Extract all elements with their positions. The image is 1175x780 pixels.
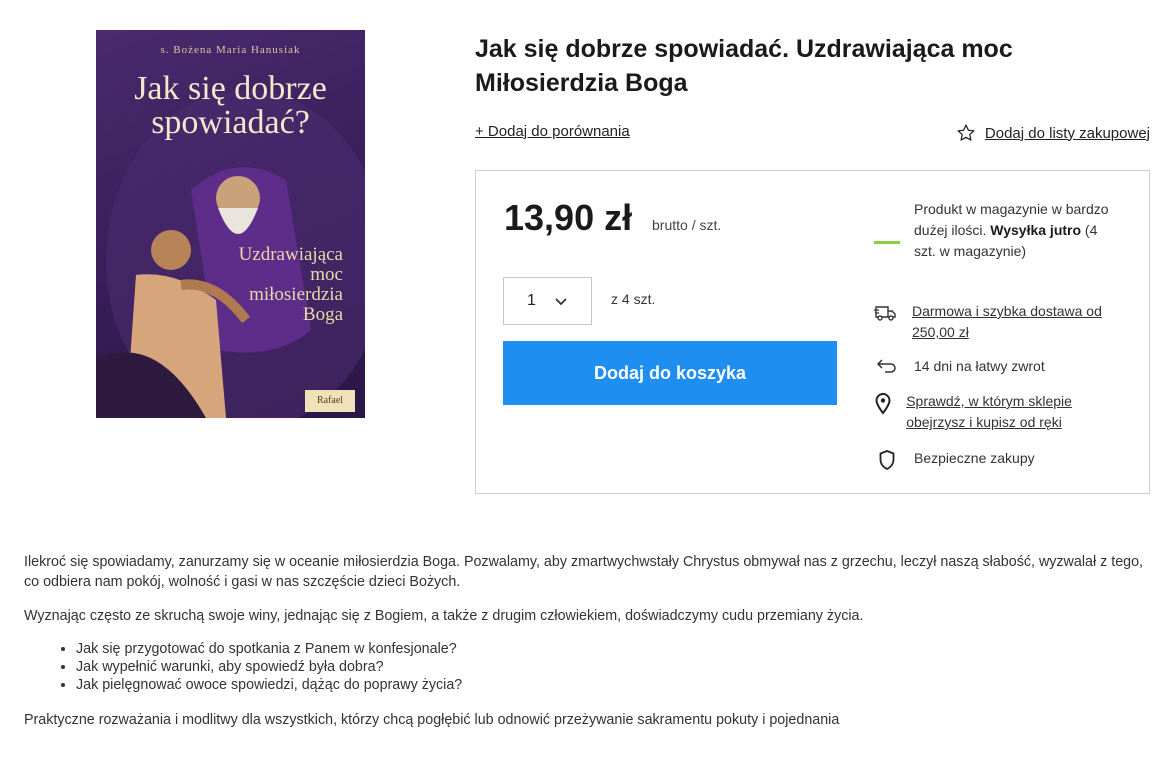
list-item: Jak pielęgnować owoce spowiedzi, dążąc d… <box>76 676 1154 694</box>
list-item: Jak wypełnić warunki, aby spowiedź była … <box>76 658 1154 676</box>
cover-subtitle: Uzdrawiająca moc miłosierdzia Boga <box>238 244 343 325</box>
star-icon <box>957 124 975 141</box>
quantity-available: z 4 szt. <box>611 291 656 307</box>
list-item: Jak się przygotować do spotkania z Panem… <box>76 640 1154 658</box>
returns-text: 14 dni na łatwy zwrot <box>914 358 1045 374</box>
free-delivery-link[interactable]: Darmowa i szybka dostawa od 250,00 zł <box>912 301 1134 343</box>
product-title: Jak się dobrze spowiadać. Uzdrawiająca m… <box>475 35 1013 97</box>
product-cover-image[interactable]: s. Bożena Maria Hanusiak Jak się dobrze … <box>96 30 365 418</box>
description-list: Jak się przygotować do spotkania z Panem… <box>24 640 1154 694</box>
cover-author: s. Bożena Maria Hanusiak <box>160 44 301 56</box>
price-unit: brutto / szt. <box>652 217 722 233</box>
quantity-value: 1 <box>527 292 536 309</box>
cover-publisher-logo: Rafael <box>305 390 355 412</box>
secure-text: Bezpieczne zakupy <box>914 450 1035 466</box>
chevron-down-icon <box>555 298 567 306</box>
truck-icon <box>874 306 896 321</box>
purchase-box: 13,90 zł brutto / szt. 1 z 4 szt. Dodaj … <box>475 170 1150 494</box>
description-paragraph: Wyznając często ze skruchą swoje winy, j… <box>24 608 864 624</box>
cover-title: Jak się dobrze spowiadać? <box>134 70 327 141</box>
product-description: Ilekroć się spowiadamy, zanurzamy się w … <box>24 552 1154 744</box>
shield-icon <box>879 450 895 470</box>
shipping-bold: Wysyłka jutro <box>990 222 1082 238</box>
store-check-row: Sprawdź, w którym sklepie obejrzysz i ku… <box>874 391 1134 433</box>
returns-row: 14 dni na łatwy zwrot <box>874 356 1134 377</box>
add-to-compare-link[interactable]: + Dodaj do porównania <box>475 123 630 140</box>
location-pin-icon <box>875 393 891 415</box>
add-to-shopping-list-link[interactable]: Dodaj do listy zakupowej <box>956 123 1150 143</box>
shopping-list-label: Dodaj do listy zakupowej <box>984 124 1150 142</box>
stock-indicator <box>874 241 900 244</box>
free-delivery-row: Darmowa i szybka dostawa od 250,00 zł <box>874 301 1134 343</box>
product-price: 13,90 zł <box>504 197 633 238</box>
description-paragraph: Praktyczne rozważania i modlitwy dla wsz… <box>24 712 840 728</box>
store-check-link[interactable]: Sprawdź, w którym sklepie obejrzysz i ku… <box>906 391 1134 433</box>
return-arrow-icon <box>876 359 896 373</box>
stock-status: Produkt w magazynie w bardzo dużej ilośc… <box>914 199 1114 262</box>
quantity-select[interactable]: 1 <box>503 277 592 325</box>
add-to-cart-button[interactable]: Dodaj do koszyka <box>503 341 837 405</box>
secure-row: Bezpieczne zakupy <box>874 448 1134 470</box>
description-paragraph: Ilekroć się spowiadamy, zanurzamy się w … <box>24 554 1144 590</box>
